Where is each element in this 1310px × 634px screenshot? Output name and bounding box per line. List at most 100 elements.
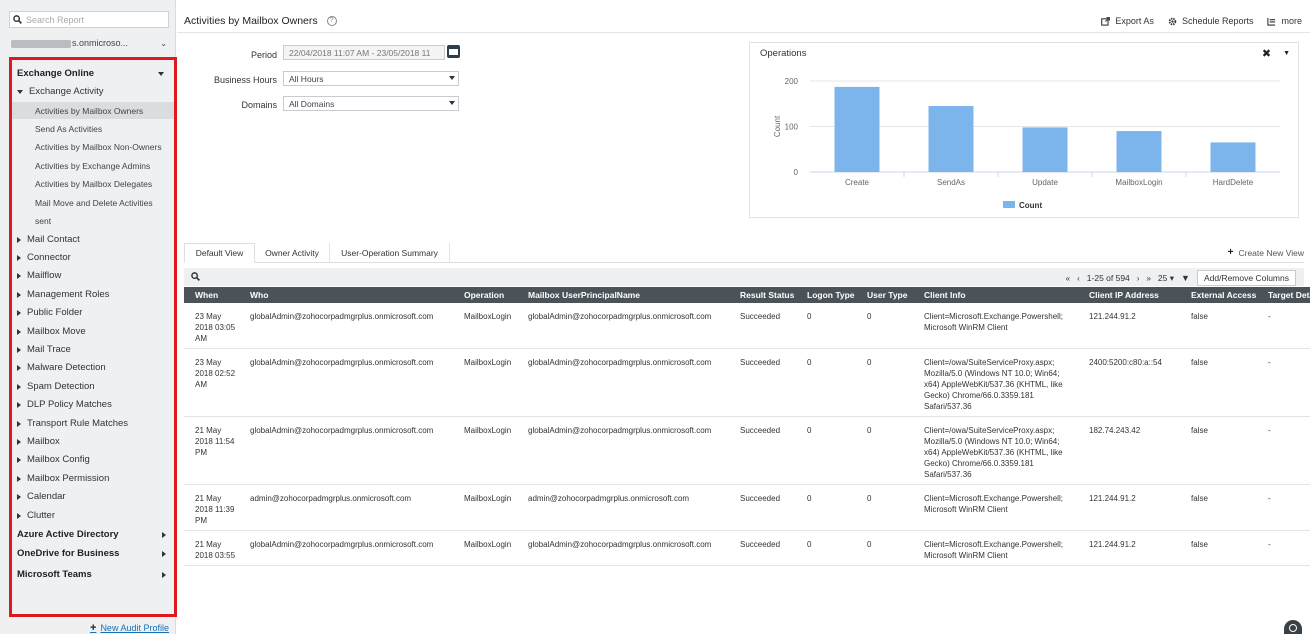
caret-right-icon xyxy=(17,401,21,408)
column-header[interactable]: Result Status xyxy=(729,287,796,303)
tree-item-public-folder[interactable]: Public Folder xyxy=(12,304,174,321)
tree-item-calendar[interactable]: Calendar xyxy=(12,488,174,505)
column-header[interactable]: Client IP Address xyxy=(1078,287,1180,303)
tree-item-mailbox[interactable]: Mailbox xyxy=(12,433,174,450)
tree-item-mailbox-permission[interactable]: Mailbox Permission xyxy=(12,470,174,487)
prev-page-icon[interactable]: ‹ xyxy=(1077,274,1080,283)
tree-item-mail-contact[interactable]: Mail Contact xyxy=(12,231,174,248)
tree-item-management-roles[interactable]: Management Roles xyxy=(12,286,174,303)
new-audit-profile-link[interactable]: + New Audit Profile xyxy=(90,622,169,634)
tree-item-sent[interactable]: sent xyxy=(12,212,174,229)
support-chat-icon[interactable] xyxy=(1284,620,1302,634)
tree-item-label: Activities by Mailbox Owners xyxy=(35,105,144,116)
table-row[interactable]: 23 May 2018 02:52 AM globalAdmin@zohocorp… xyxy=(184,348,1310,417)
column-header[interactable]: Mailbox UserPrincipalName xyxy=(517,287,729,303)
tree-item-transport-rule-matches[interactable]: Transport Rule Matches xyxy=(12,415,174,432)
x-tick-label: Update xyxy=(1032,178,1058,187)
help-icon[interactable]: ? xyxy=(326,16,337,27)
column-header[interactable]: User Type xyxy=(856,287,913,303)
page-range: 1-25 of 594 xyxy=(1086,273,1130,283)
caret-right-icon xyxy=(17,420,21,427)
domains-select[interactable]: All Domains xyxy=(283,96,459,111)
period-input[interactable]: 22/04/2018 11:07 AM - 23/05/2018 11 xyxy=(283,45,445,60)
table-cell: MailboxLogin xyxy=(453,484,517,531)
calendar-icon[interactable] xyxy=(447,45,460,58)
export-as-button[interactable]: Export As xyxy=(1101,16,1154,26)
search-icon xyxy=(13,15,22,24)
tree-item-activities-by-exchange-admins[interactable]: Activities by Exchange Admins xyxy=(12,157,174,174)
table-cell: globalAdmin@zohocorpadmgrplus.onmicrosof… xyxy=(517,530,729,566)
more-button[interactable]: more xyxy=(1267,16,1302,26)
tab-owner-activity[interactable]: Owner Activity xyxy=(255,243,330,263)
first-page-icon[interactable]: « xyxy=(1066,274,1070,283)
table-cell: Succeeded xyxy=(729,303,796,349)
column-header[interactable]: External Access xyxy=(1180,287,1257,303)
table-cell: 0 xyxy=(796,530,856,566)
table-cell: 21 May 2018 11:54 PM xyxy=(184,416,239,485)
tree-item-clutter[interactable]: Clutter xyxy=(12,507,174,524)
tree-item-send-as-activities[interactable]: Send As Activities xyxy=(12,120,174,137)
table-cell: 0 xyxy=(856,348,913,417)
tree-item-azure-active-directory[interactable]: Azure Active Directory xyxy=(12,526,174,543)
next-page-icon[interactable]: › xyxy=(1137,274,1140,283)
table-row[interactable]: 21 May 2018 11:54 PM globalAdmin@zohocorp… xyxy=(184,416,1310,485)
table-row[interactable]: 21 May 2018 11:39 PM admin@zohocorpadmgrp… xyxy=(184,484,1310,531)
table-cell: Client=Microsoft.Exchange.Powershell; Mi… xyxy=(913,303,1078,349)
tab-user-operation-summary[interactable]: User-Operation Summary xyxy=(330,243,450,263)
column-header[interactable]: Target Deta xyxy=(1257,287,1310,303)
tree-item-connector[interactable]: Connector xyxy=(12,249,174,266)
add-remove-columns-button[interactable]: Add/Remove Columns xyxy=(1196,270,1296,286)
header-actions: Export As Schedule Reports more xyxy=(1101,16,1302,26)
tree-item-label: Malware Detection xyxy=(27,362,106,373)
caret-right-icon xyxy=(162,532,166,538)
tree-item-label: Azure Active Directory xyxy=(17,529,119,540)
caret-right-icon xyxy=(17,493,21,500)
table-cell: 21 May 2018 11:39 PM xyxy=(184,484,239,531)
filter-icon[interactable]: ▼ xyxy=(1181,273,1190,283)
column-header[interactable]: Operation xyxy=(453,287,517,303)
tree-item-mail-move-and-delete-activities[interactable]: Mail Move and Delete Activities xyxy=(12,194,174,211)
schedule-reports-button[interactable]: Schedule Reports xyxy=(1168,16,1253,26)
business-hours-select[interactable]: All Hours xyxy=(283,71,459,86)
tree-item-mailbox-move[interactable]: Mailbox Move xyxy=(12,323,174,340)
table-row[interactable]: 21 May 2018 03:55 globalAdmin@zohocorpadm… xyxy=(184,530,1310,566)
table-cell: 182.74.243.42 xyxy=(1078,416,1180,485)
page-size-select[interactable]: 25 ▾ xyxy=(1158,273,1174,284)
last-page-icon[interactable]: » xyxy=(1146,274,1150,283)
bar xyxy=(1116,131,1162,172)
create-new-view-button[interactable]: + Create New View xyxy=(1228,247,1304,258)
table-row[interactable]: 23 May 2018 03:05 AM globalAdmin@zohocorp… xyxy=(184,303,1310,349)
tree-item-onedrive-for-business[interactable]: OneDrive for Business xyxy=(12,545,174,562)
tree-item-malware-detection[interactable]: Malware Detection xyxy=(12,359,174,376)
table-cell: 23 May 2018 02:52 AM xyxy=(184,348,239,417)
tree-item-label: Transport Rule Matches xyxy=(27,418,129,429)
tree-item-activities-by-mailbox-owners[interactable]: Activities by Mailbox Owners xyxy=(12,102,174,119)
plus-icon: + xyxy=(90,622,97,634)
redacted-block xyxy=(11,39,71,48)
export-icon xyxy=(1101,16,1111,26)
tree-item-label: Management Roles xyxy=(27,289,110,300)
tree-item-exchange-activity[interactable]: Exchange Activity xyxy=(12,83,174,100)
tree-item-activities-by-mailbox-delegates[interactable]: Activities by Mailbox Delegates xyxy=(12,175,174,192)
tree-item-activities-by-mailbox-non-owners[interactable]: Activities by Mailbox Non-Owners xyxy=(12,138,174,155)
tree-item-mail-trace[interactable]: Mail Trace xyxy=(12,341,174,358)
search-input[interactable]: Search Report xyxy=(9,11,169,28)
table-cell: MailboxLogin xyxy=(453,530,517,566)
tree-item-mailflow[interactable]: Mailflow xyxy=(12,267,174,284)
tree-item-mailbox-config[interactable]: Mailbox Config xyxy=(12,451,174,468)
tree-item-label: Public Folder xyxy=(27,307,83,318)
column-header[interactable]: When xyxy=(184,287,239,303)
column-header[interactable]: Who xyxy=(239,287,453,303)
legend-swatch xyxy=(1003,201,1015,208)
tree-item-exchange-online[interactable]: Exchange Online xyxy=(12,65,174,82)
table-cell: 121.244.91.2 xyxy=(1078,303,1180,349)
caret-right-icon xyxy=(162,551,166,557)
tree-item-spam-detection[interactable]: Spam Detection xyxy=(12,378,174,395)
column-header[interactable]: Logon Type xyxy=(796,287,856,303)
tab-default-view[interactable]: Default View xyxy=(184,243,255,263)
search-icon[interactable] xyxy=(191,272,200,281)
tree-item-dlp-policy-matches[interactable]: DLP Policy Matches xyxy=(12,396,174,413)
tenant-selector[interactable]: s.onmicroso... ⌄ xyxy=(9,35,169,51)
tree-item-microsoft-teams[interactable]: Microsoft Teams xyxy=(12,566,174,583)
column-header[interactable]: Client Info xyxy=(913,287,1078,303)
